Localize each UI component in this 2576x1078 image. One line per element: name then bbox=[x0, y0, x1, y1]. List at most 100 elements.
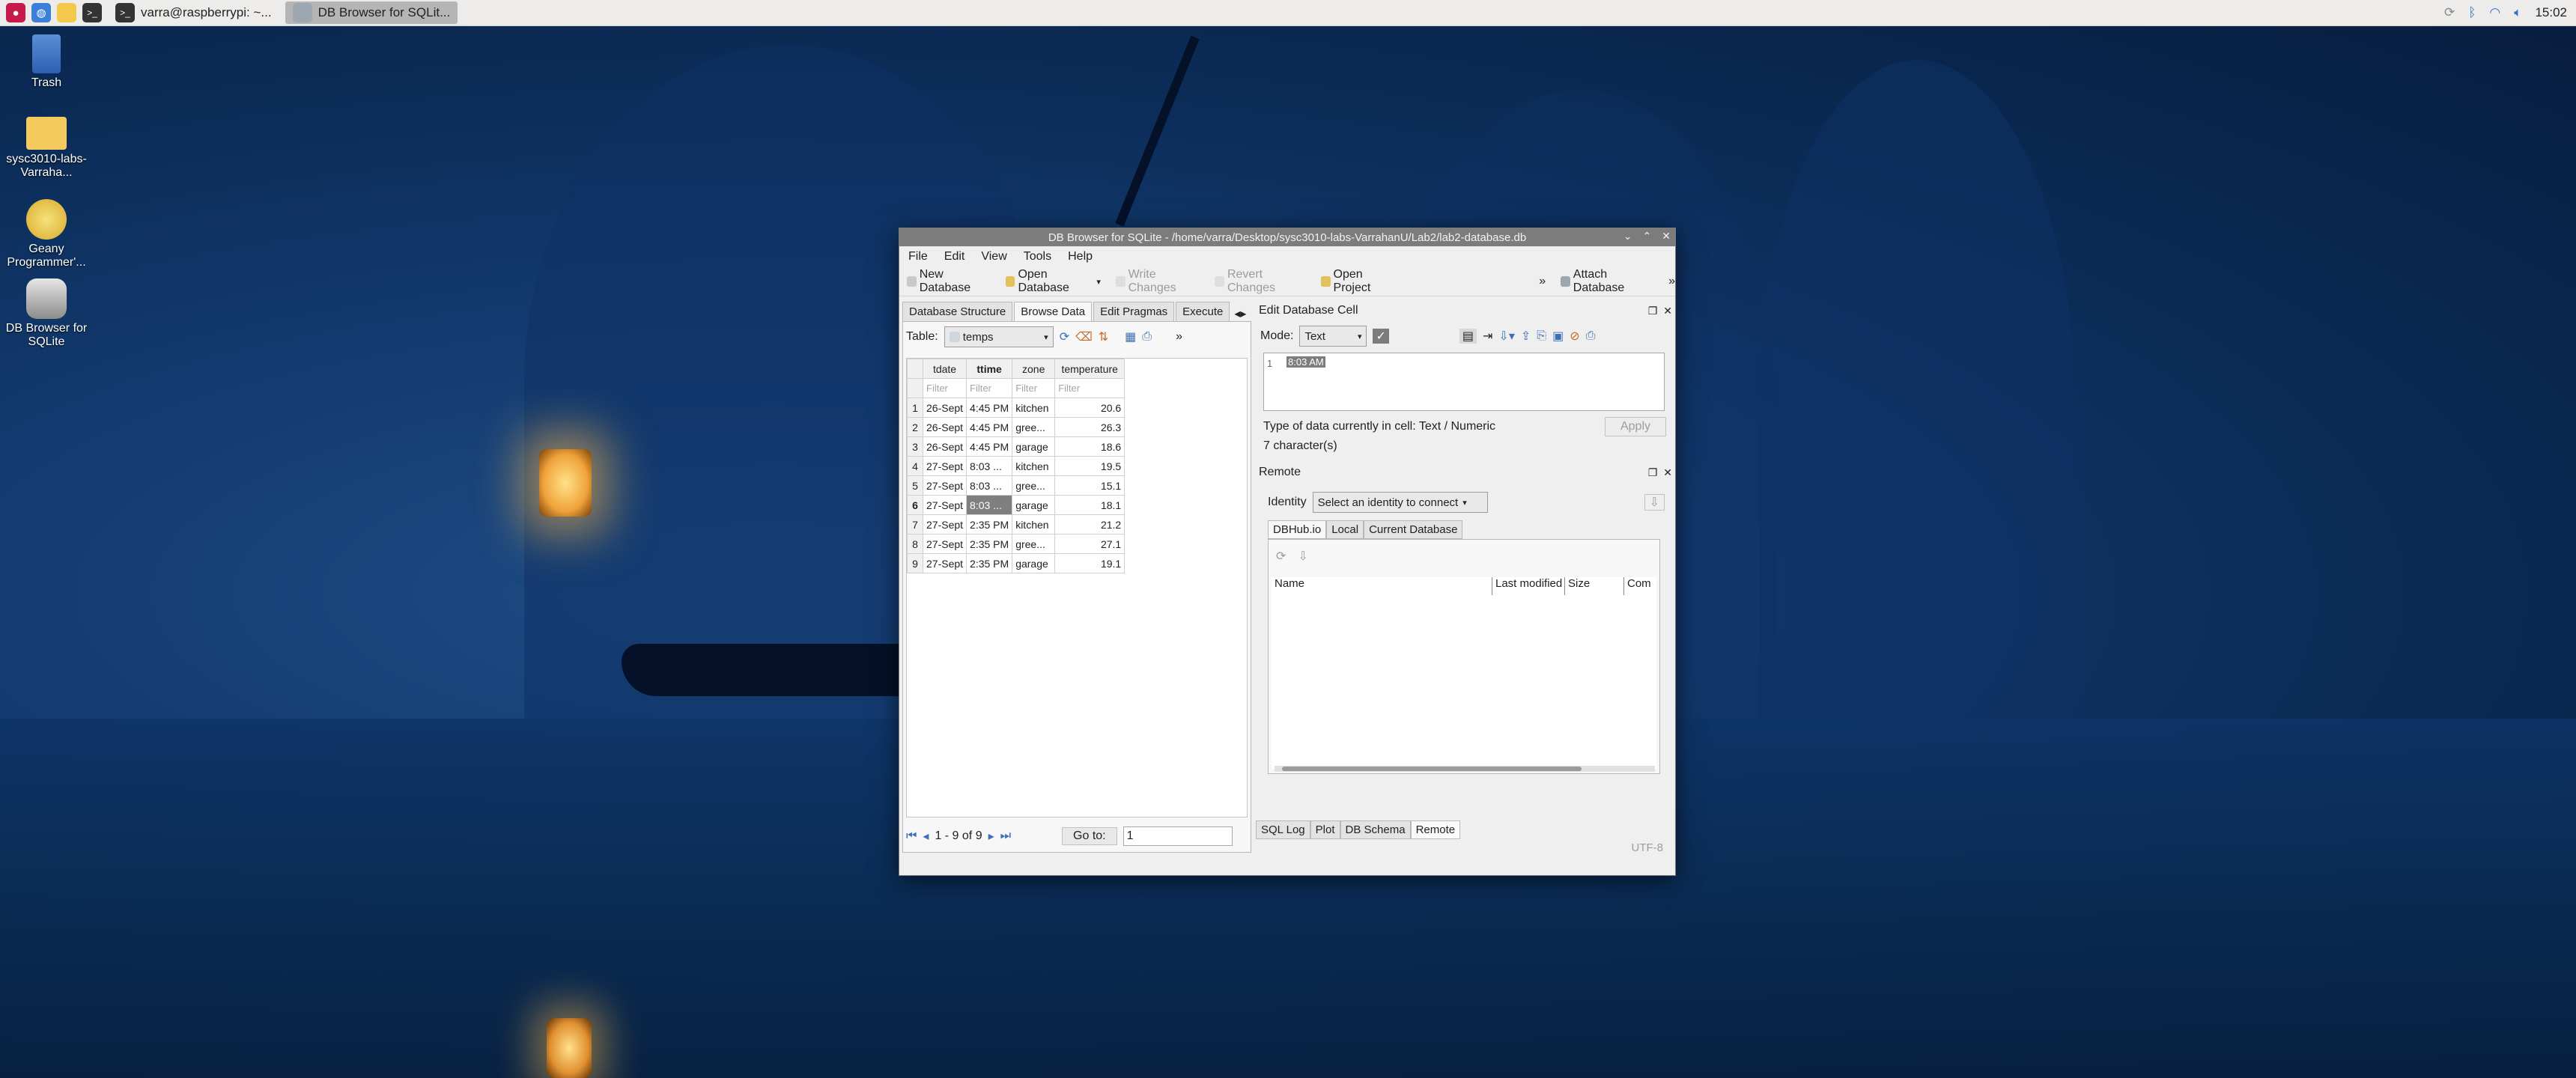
toolbar-overflow-icon[interactable]: » bbox=[1539, 275, 1546, 288]
bluetooth-icon[interactable]: ᛒ bbox=[2468, 5, 2476, 20]
cell-zone[interactable]: garage bbox=[1012, 553, 1056, 573]
minimize-icon[interactable]: ⌄ bbox=[1623, 230, 1632, 243]
cell-zone[interactable]: kitchen bbox=[1012, 398, 1056, 418]
cell-zone[interactable]: gree... bbox=[1012, 534, 1056, 554]
cell-tdate[interactable]: 27-Sept bbox=[922, 553, 967, 573]
cell-temperature[interactable]: 26.3 bbox=[1054, 417, 1126, 437]
tab-scroll-right-icon[interactable]: ▸ bbox=[1240, 306, 1246, 321]
cell-ttime[interactable]: 2:35 PM bbox=[966, 514, 1013, 535]
auto-format-icon[interactable]: ✓ bbox=[1373, 329, 1389, 344]
column-header-size[interactable]: Size bbox=[1565, 577, 1624, 595]
window-titlebar[interactable]: DB Browser for SQLite - /home/varra/Desk… bbox=[899, 228, 1675, 246]
column-header-last-modified[interactable]: Last modified bbox=[1492, 577, 1565, 595]
cell-tdate[interactable]: 26-Sept bbox=[922, 436, 967, 457]
cell-ttime[interactable]: 4:45 PM bbox=[966, 398, 1013, 418]
cell-tdate[interactable]: 27-Sept bbox=[922, 456, 967, 476]
float-dock-icon[interactable]: ❐ bbox=[1648, 305, 1658, 317]
clone-icon[interactable]: ⇩ bbox=[1298, 549, 1307, 564]
maximize-icon[interactable]: ⌃ bbox=[1643, 230, 1652, 243]
clear-filters-icon[interactable]: ⌫ bbox=[1075, 329, 1093, 344]
write-changes-button[interactable]: Write Changes bbox=[1115, 268, 1200, 295]
tab-sql-log[interactable]: SQL Log bbox=[1256, 820, 1310, 839]
indent-icon[interactable]: ⇥ bbox=[1483, 329, 1492, 344]
row-number[interactable]: 1 bbox=[907, 398, 923, 418]
word-wrap-icon[interactable]: ▤ bbox=[1459, 329, 1477, 344]
filter-input-temperature[interactable]: Filter bbox=[1054, 378, 1126, 398]
cell-ttime[interactable]: 4:45 PM bbox=[966, 436, 1013, 457]
cell-zone[interactable]: kitchen bbox=[1012, 514, 1056, 535]
cell-zone[interactable]: garage bbox=[1012, 495, 1056, 515]
menu-view[interactable]: View bbox=[981, 250, 1006, 264]
corner-cell[interactable] bbox=[907, 359, 923, 379]
mode-select[interactable]: Text ▾ bbox=[1299, 326, 1367, 347]
chevron-down-icon[interactable]: ▾ bbox=[1096, 277, 1101, 287]
cell-ttime[interactable]: 2:35 PM bbox=[966, 534, 1013, 554]
goto-input[interactable]: 1 bbox=[1123, 826, 1233, 846]
tab-browse-data[interactable]: Browse Data bbox=[1014, 302, 1093, 321]
cell-ttime[interactable]: 4:45 PM bbox=[966, 417, 1013, 437]
float-dock-icon[interactable]: ❐ bbox=[1648, 466, 1658, 479]
desktop-icon-trash[interactable]: Trash bbox=[1, 34, 91, 90]
file-manager-icon[interactable] bbox=[57, 3, 76, 22]
tab-dbhub[interactable]: DBHub.io bbox=[1268, 520, 1327, 539]
cell-temperature[interactable]: 27.1 bbox=[1054, 534, 1126, 554]
cell-tdate[interactable]: 27-Sept bbox=[922, 534, 967, 554]
goto-button[interactable]: Go to: bbox=[1062, 827, 1117, 845]
menu-edit[interactable]: Edit bbox=[944, 250, 965, 264]
row-number[interactable]: 9 bbox=[907, 553, 923, 573]
terminal-icon[interactable]: >_ bbox=[82, 3, 102, 22]
cell-zone[interactable]: garage bbox=[1012, 436, 1056, 457]
cell-tdate[interactable]: 26-Sept bbox=[922, 398, 967, 418]
row-number[interactable]: 2 bbox=[907, 417, 923, 437]
cell-temperature[interactable]: 15.1 bbox=[1054, 475, 1126, 496]
cell-temperature[interactable]: 21.2 bbox=[1054, 514, 1126, 535]
filter-input-zone[interactable]: Filter bbox=[1012, 378, 1056, 398]
cell-zone[interactable]: kitchen bbox=[1012, 456, 1056, 476]
cell-value[interactable]: 8:03 AM bbox=[1287, 356, 1325, 368]
cell-tdate[interactable]: 27-Sept bbox=[922, 495, 967, 515]
refresh-icon[interactable]: ⟳ bbox=[1060, 329, 1069, 344]
menu-file[interactable]: File bbox=[908, 250, 928, 264]
import-icon[interactable]: ⇩▾ bbox=[1498, 329, 1514, 344]
cell-temperature[interactable]: 20.6 bbox=[1054, 398, 1126, 418]
apply-button[interactable]: Apply bbox=[1604, 417, 1666, 436]
column-header-commit[interactable]: Com bbox=[1624, 577, 1651, 595]
identity-settings-icon[interactable]: ⇩ bbox=[1644, 494, 1665, 511]
menu-help[interactable]: Help bbox=[1068, 250, 1093, 264]
cell-zone[interactable]: gree... bbox=[1012, 475, 1056, 496]
export-icon[interactable]: ⇪ bbox=[1521, 329, 1531, 344]
cell-ttime[interactable]: 8:03 ... bbox=[966, 456, 1013, 476]
column-header-zone[interactable]: zone bbox=[1012, 359, 1056, 379]
clear-sorting-icon[interactable]: ⇅ bbox=[1099, 329, 1108, 344]
identity-select[interactable]: Select an identity to connect ▾ bbox=[1312, 492, 1488, 513]
revert-changes-button[interactable]: Revert Changes bbox=[1215, 268, 1306, 295]
desktop-icon-dbbrowser[interactable]: DB Browser for SQLite bbox=[1, 278, 91, 349]
row-number[interactable]: 5 bbox=[907, 475, 923, 496]
filter-input-tdate[interactable]: Filter bbox=[922, 378, 967, 398]
cell-editor[interactable]: 1 8:03 AM bbox=[1263, 353, 1665, 411]
tab-remote[interactable]: Remote bbox=[1410, 820, 1461, 839]
tab-execute-sql[interactable]: Execute bbox=[1176, 302, 1230, 321]
close-dock-icon[interactable]: ✕ bbox=[1663, 466, 1672, 479]
tab-db-schema[interactable]: DB Schema bbox=[1340, 820, 1411, 839]
open-database-button[interactable]: Open Database ▾ bbox=[1005, 268, 1101, 295]
filter-input-ttime[interactable]: Filter bbox=[966, 378, 1013, 398]
previous-record-icon[interactable]: ◂ bbox=[923, 829, 929, 844]
wifi-icon[interactable]: ◠ bbox=[2489, 5, 2500, 20]
cell-temperature[interactable]: 18.1 bbox=[1054, 495, 1126, 515]
tab-current-database[interactable]: Current Database bbox=[1364, 520, 1463, 539]
attach-database-button[interactable]: Attach Database bbox=[1561, 268, 1653, 295]
cell-ttime[interactable]: 2:35 PM bbox=[966, 553, 1013, 573]
next-record-icon[interactable]: ▸ bbox=[988, 829, 994, 844]
column-header-tdate[interactable]: tdate bbox=[922, 359, 967, 379]
new-database-button[interactable]: New Database bbox=[907, 268, 991, 295]
desktop-icon-folder[interactable]: sysc3010-labs-Varraha... bbox=[1, 117, 91, 180]
image-icon[interactable]: ▣ bbox=[1552, 329, 1564, 344]
cell-temperature[interactable]: 19.1 bbox=[1054, 553, 1126, 573]
print-icon[interactable]: ⎙ bbox=[1142, 330, 1152, 344]
save-view-icon[interactable]: ▦ bbox=[1125, 329, 1136, 344]
cell-ttime[interactable]: 8:03 ... bbox=[966, 475, 1013, 496]
print-icon[interactable]: ⎙ bbox=[1586, 329, 1596, 343]
desktop-icon-geany[interactable]: Geany Programmer'... bbox=[1, 199, 91, 270]
remote-list[interactable] bbox=[1272, 595, 1656, 769]
